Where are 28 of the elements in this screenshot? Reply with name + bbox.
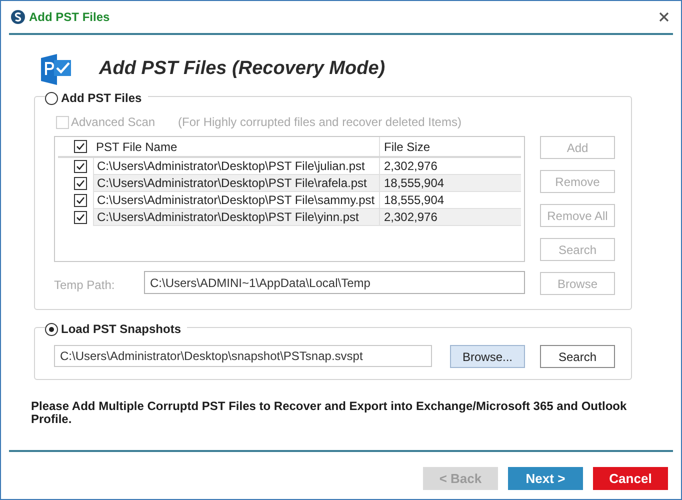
radio-button[interactable]: [45, 92, 58, 104]
table-cell: 2,302,976: [379, 209, 521, 226]
cancel-button[interactable]: Cancel: [593, 467, 668, 490]
radio-button[interactable]: [45, 322, 58, 336]
search-button[interactable]: Search: [540, 345, 615, 368]
checkbox[interactable]: [74, 211, 87, 224]
snapshot-path-field[interactable]: C:\Users\Administrator\Desktop\snapshot\PSTsnap.svspt: [54, 345, 432, 367]
browse-button[interactable]: Browse...: [450, 345, 525, 368]
next-button[interactable]: Next >: [508, 467, 583, 490]
app-logo-icon: [11, 10, 25, 24]
checkbox[interactable]: [74, 160, 87, 173]
info-message: Please Add Multiple Corruptd PST Files to Recover and Export into Exchange/Microsoft 365 and Outlook Profile.: [31, 400, 628, 426]
page-heading: Add PST Files (Recovery Mode): [99, 56, 386, 81]
hint-text: (For Highly corrupted files and recover deleted Items): [178, 114, 462, 131]
table-cell: C:\Users\Administrator\Desktop\PST File\yinn.pst: [93, 209, 379, 226]
checkbox-label: Advanced Scan: [71, 114, 156, 131]
checkbox[interactable]: [74, 140, 87, 153]
checkbox[interactable]: [74, 177, 87, 190]
column-header[interactable]: File Size: [379, 137, 521, 156]
section-label: Load PST Snapshots: [61, 321, 182, 338]
close-icon[interactable]: [659, 12, 669, 22]
temp-path-field[interactable]: C:\Users\ADMINI~1\AppData\Local\Temp: [144, 271, 525, 294]
field-label: Temp Path:: [54, 277, 115, 294]
checkbox[interactable]: [74, 194, 87, 207]
window-title: Add PST Files: [29, 9, 110, 26]
mail-check-icon: [41, 54, 73, 84]
section-label: Add PST Files: [61, 90, 142, 107]
column-header[interactable]: PST File Name: [93, 137, 379, 156]
